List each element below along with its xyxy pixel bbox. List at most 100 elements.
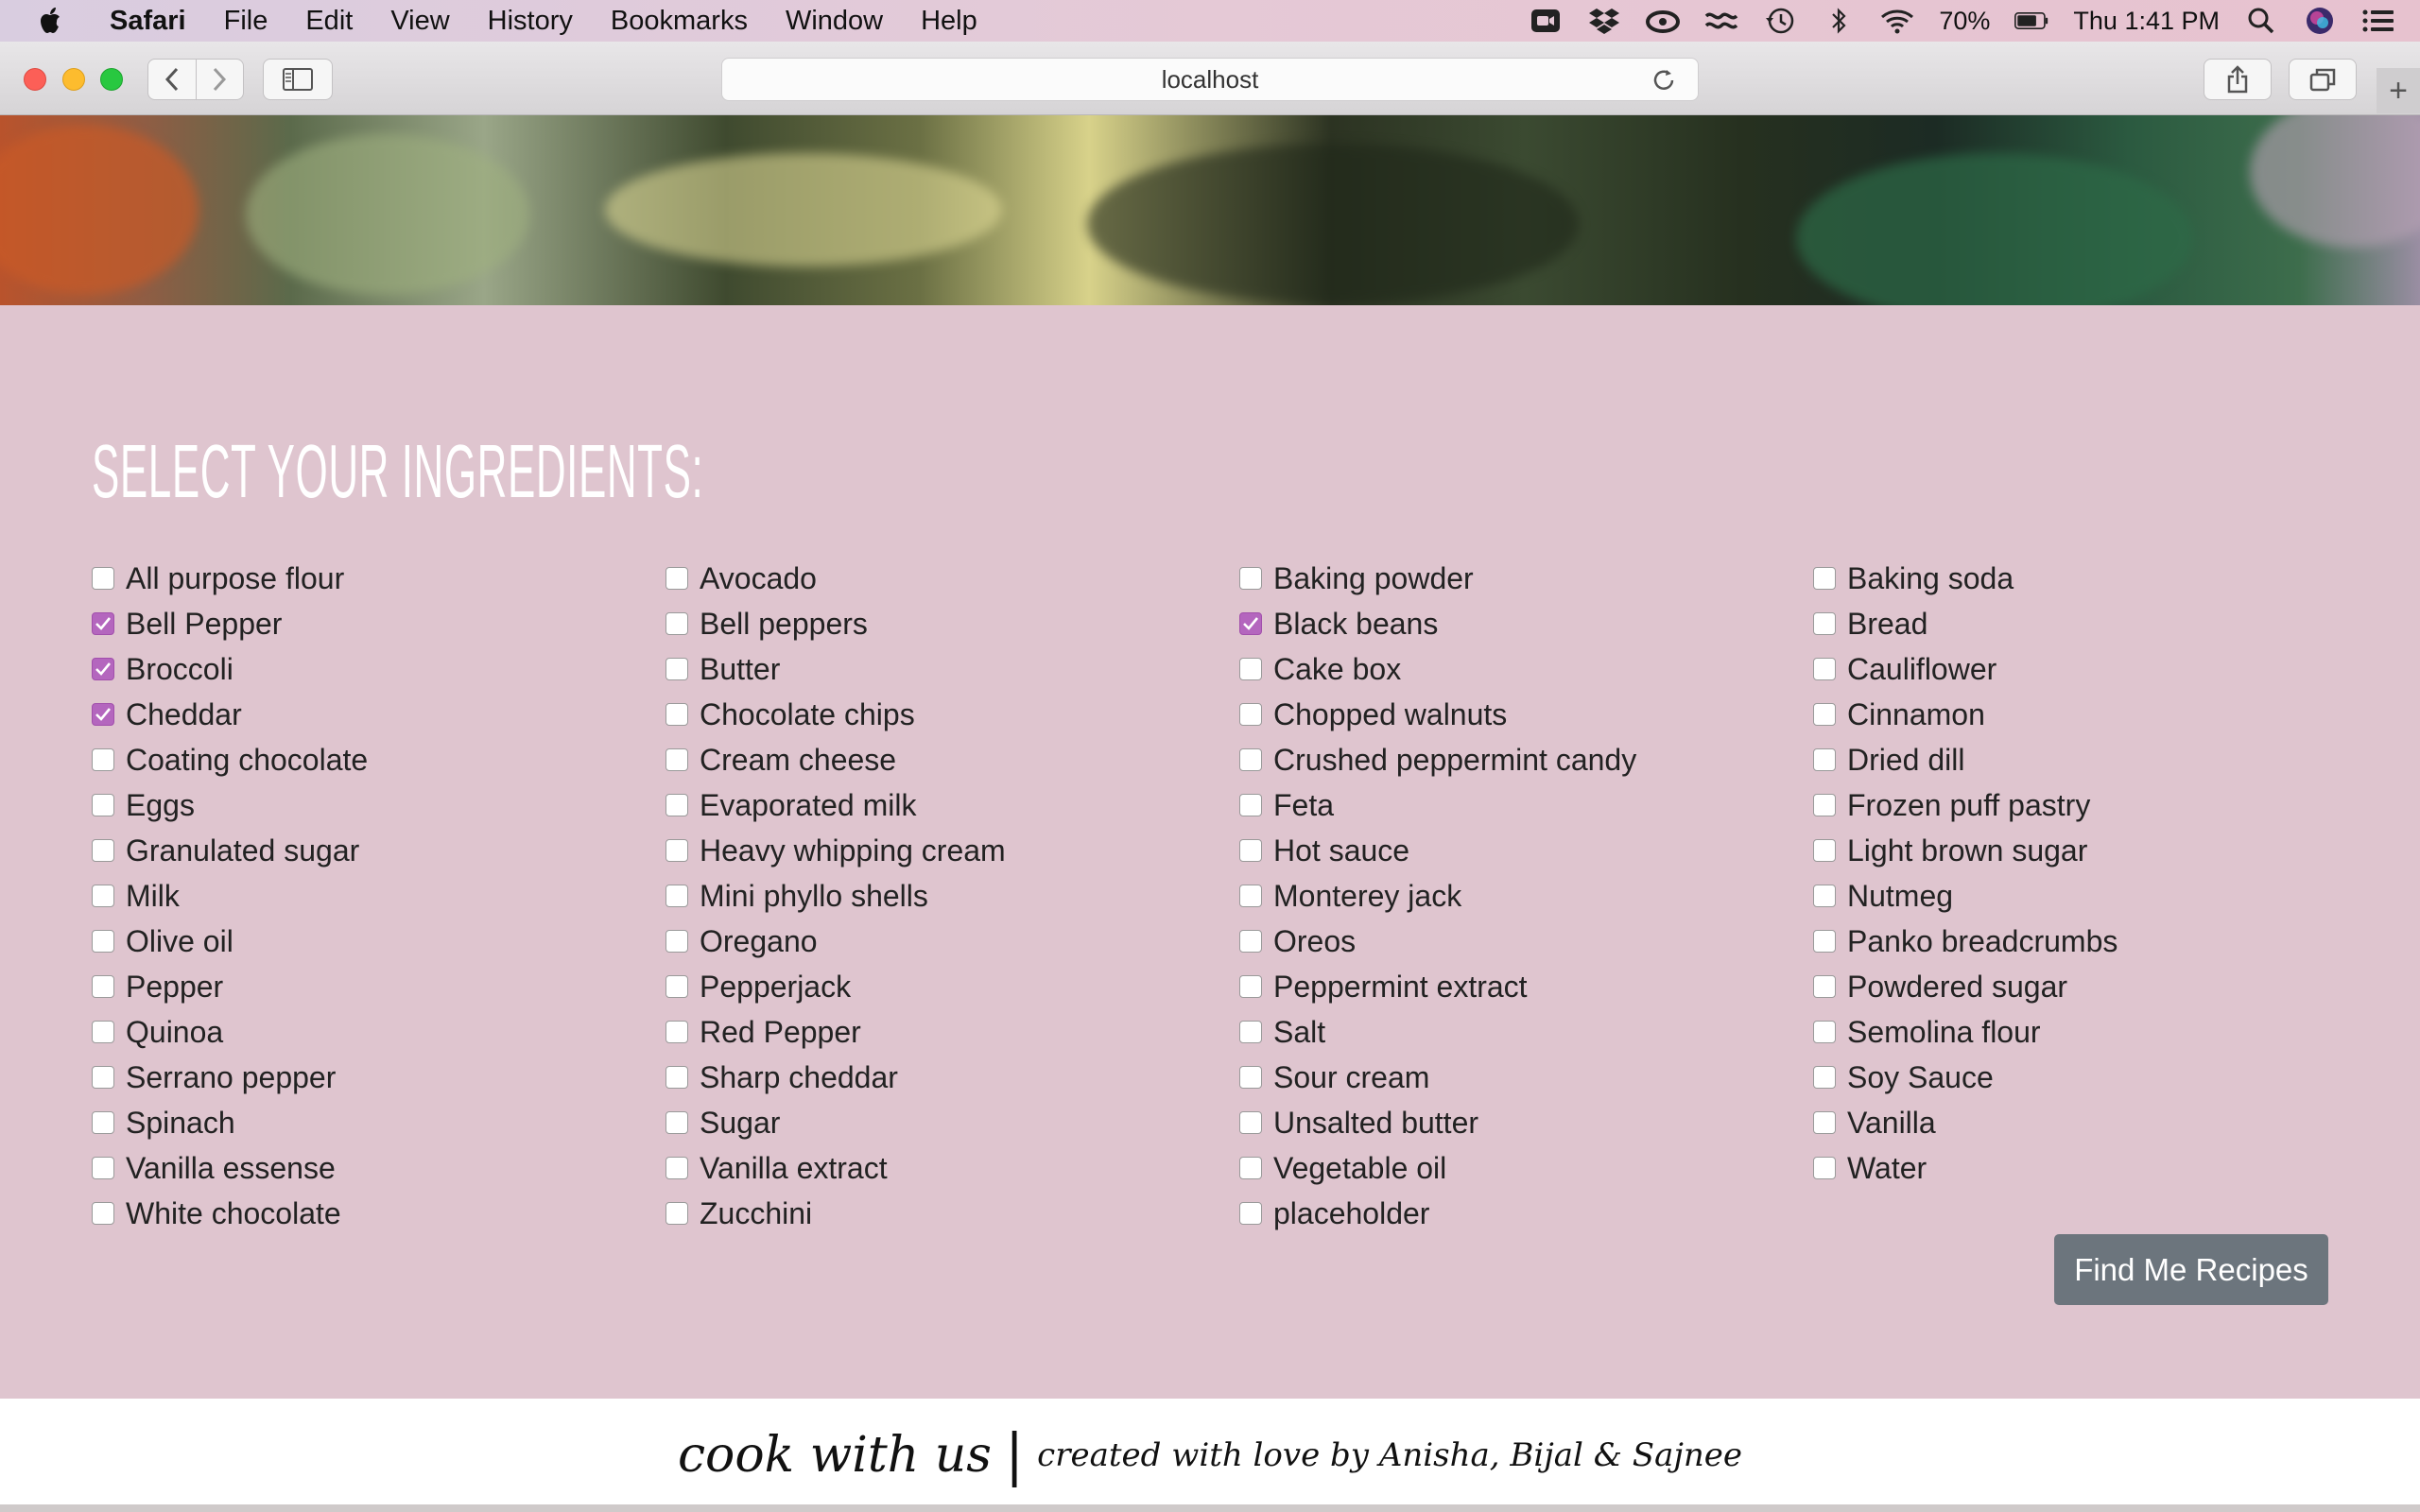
ingredient-option[interactable]: Nutmeg <box>1813 873 2387 919</box>
ingredient-option[interactable]: Vanilla essense <box>92 1145 666 1191</box>
checkbox[interactable] <box>1239 1111 1262 1134</box>
ingredient-option[interactable]: Mini phyllo shells <box>666 873 1239 919</box>
ingredient-option[interactable]: Hot sauce <box>1239 828 1813 873</box>
menu-bookmarks[interactable]: Bookmarks <box>592 6 767 37</box>
new-tab-button[interactable]: + <box>2377 68 2420 113</box>
checkbox[interactable] <box>92 1157 114 1179</box>
ingredient-option[interactable]: Zucchini <box>666 1191 1239 1236</box>
ingredient-option[interactable]: Sour cream <box>1239 1055 1813 1100</box>
checkbox[interactable] <box>92 885 114 907</box>
checkbox[interactable] <box>666 703 688 726</box>
menu-file[interactable]: File <box>205 6 287 37</box>
checkbox[interactable] <box>1813 794 1836 816</box>
checkbox[interactable] <box>1239 748 1262 771</box>
ingredient-option[interactable]: Olive oil <box>92 919 666 964</box>
ingredient-option[interactable]: Vanilla extract <box>666 1145 1239 1191</box>
clock[interactable]: Thu 1:41 PM <box>2073 7 2220 36</box>
ingredient-option[interactable]: Monterey jack <box>1239 873 1813 919</box>
forward-button[interactable] <box>195 60 244 99</box>
ingredient-option[interactable]: Coating chocolate <box>92 737 666 782</box>
checkbox[interactable] <box>1239 839 1262 862</box>
ingredient-option[interactable]: Cheddar <box>92 692 666 737</box>
checkbox[interactable] <box>1813 1157 1836 1179</box>
checkbox[interactable] <box>1239 1066 1262 1089</box>
menu-history[interactable]: History <box>469 6 592 37</box>
checkbox[interactable] <box>92 794 114 816</box>
ingredient-option[interactable]: Sharp cheddar <box>666 1055 1239 1100</box>
siri-icon[interactable] <box>2303 7 2337 35</box>
ingredient-option[interactable]: Dried dill <box>1813 737 2387 782</box>
address-bar[interactable]: localhost <box>721 58 1699 101</box>
ingredient-option[interactable]: Chopped walnuts <box>1239 692 1813 737</box>
ingredient-option[interactable]: Powdered sugar <box>1813 964 2387 1009</box>
ingredient-option[interactable]: Spinach <box>92 1100 666 1145</box>
checkbox[interactable] <box>1813 930 1836 953</box>
ingredient-option[interactable]: Frozen puff pastry <box>1813 782 2387 828</box>
ingredient-option[interactable]: Red Pepper <box>666 1009 1239 1055</box>
menu-window[interactable]: Window <box>767 6 902 37</box>
apple-icon[interactable] <box>38 6 64 36</box>
ingredient-option[interactable]: Granulated sugar <box>92 828 666 873</box>
ingredient-option[interactable]: Serrano pepper <box>92 1055 666 1100</box>
checkbox[interactable] <box>1239 1157 1262 1179</box>
checkbox[interactable] <box>1813 612 1836 635</box>
ingredient-option[interactable]: Black beans <box>1239 601 1813 646</box>
time-machine-icon[interactable] <box>1763 7 1797 35</box>
checkbox[interactable] <box>92 748 114 771</box>
checkbox[interactable] <box>92 1021 114 1043</box>
ingredient-option[interactable]: Unsalted butter <box>1239 1100 1813 1145</box>
find-recipes-button[interactable]: Find Me Recipes <box>2054 1234 2328 1305</box>
ingredient-option[interactable]: Baking powder <box>1239 556 1813 601</box>
notification-center-icon[interactable] <box>2361 7 2395 35</box>
checkbox[interactable] <box>1239 1202 1262 1225</box>
checkbox[interactable] <box>92 930 114 953</box>
checkbox[interactable] <box>666 975 688 998</box>
ingredient-option[interactable]: Oreos <box>1239 919 1813 964</box>
ingredient-option[interactable]: Light brown sugar <box>1813 828 2387 873</box>
share-button[interactable] <box>2204 59 2272 100</box>
menu-safari[interactable]: Safari <box>91 6 205 37</box>
battery-icon[interactable] <box>2014 7 2048 35</box>
checkbox[interactable] <box>666 1066 688 1089</box>
checkbox[interactable] <box>1813 885 1836 907</box>
video-camera-icon[interactable] <box>1529 7 1563 35</box>
checkbox[interactable] <box>1239 975 1262 998</box>
ingredient-option[interactable]: Soy Sauce <box>1813 1055 2387 1100</box>
checkbox-checked[interactable] <box>92 658 114 680</box>
ingredient-option[interactable]: Cauliflower <box>1813 646 2387 692</box>
checkbox[interactable] <box>92 975 114 998</box>
ingredient-option[interactable]: Crushed peppermint candy <box>1239 737 1813 782</box>
checkbox[interactable] <box>1813 1066 1836 1089</box>
back-button[interactable] <box>148 60 196 99</box>
checkbox[interactable] <box>666 1202 688 1225</box>
menu-edit[interactable]: Edit <box>286 6 372 37</box>
ingredient-option[interactable]: Eggs <box>92 782 666 828</box>
dropbox-icon[interactable] <box>1587 7 1621 35</box>
ingredient-option[interactable]: Pepperjack <box>666 964 1239 1009</box>
checkbox-checked[interactable] <box>92 612 114 635</box>
ingredient-option[interactable]: Avocado <box>666 556 1239 601</box>
checkbox[interactable] <box>666 1111 688 1134</box>
ingredient-option[interactable]: placeholder <box>1239 1191 1813 1236</box>
show-tabs-button[interactable] <box>2289 59 2357 100</box>
checkbox[interactable] <box>92 1202 114 1225</box>
checkbox[interactable] <box>666 1021 688 1043</box>
ingredient-option[interactable]: Heavy whipping cream <box>666 828 1239 873</box>
wifi-icon[interactable] <box>1880 7 1914 35</box>
window-close-button[interactable] <box>24 68 46 91</box>
ingredient-option[interactable]: Pepper <box>92 964 666 1009</box>
window-minimize-button[interactable] <box>62 68 85 91</box>
reload-icon[interactable] <box>1651 67 1677 94</box>
checkbox[interactable] <box>1813 703 1836 726</box>
checkbox[interactable] <box>666 794 688 816</box>
ingredient-option[interactable]: Milk <box>92 873 666 919</box>
ingredient-option[interactable]: Bread <box>1813 601 2387 646</box>
checkbox-checked[interactable] <box>1239 612 1262 635</box>
checkbox[interactable] <box>1239 567 1262 590</box>
ingredient-option[interactable]: Cinnamon <box>1813 692 2387 737</box>
checkbox[interactable] <box>666 658 688 680</box>
checkbox[interactable] <box>1813 567 1836 590</box>
checkbox[interactable] <box>1813 748 1836 771</box>
ingredient-option[interactable]: Sugar <box>666 1100 1239 1145</box>
waves-icon[interactable] <box>1704 7 1738 35</box>
